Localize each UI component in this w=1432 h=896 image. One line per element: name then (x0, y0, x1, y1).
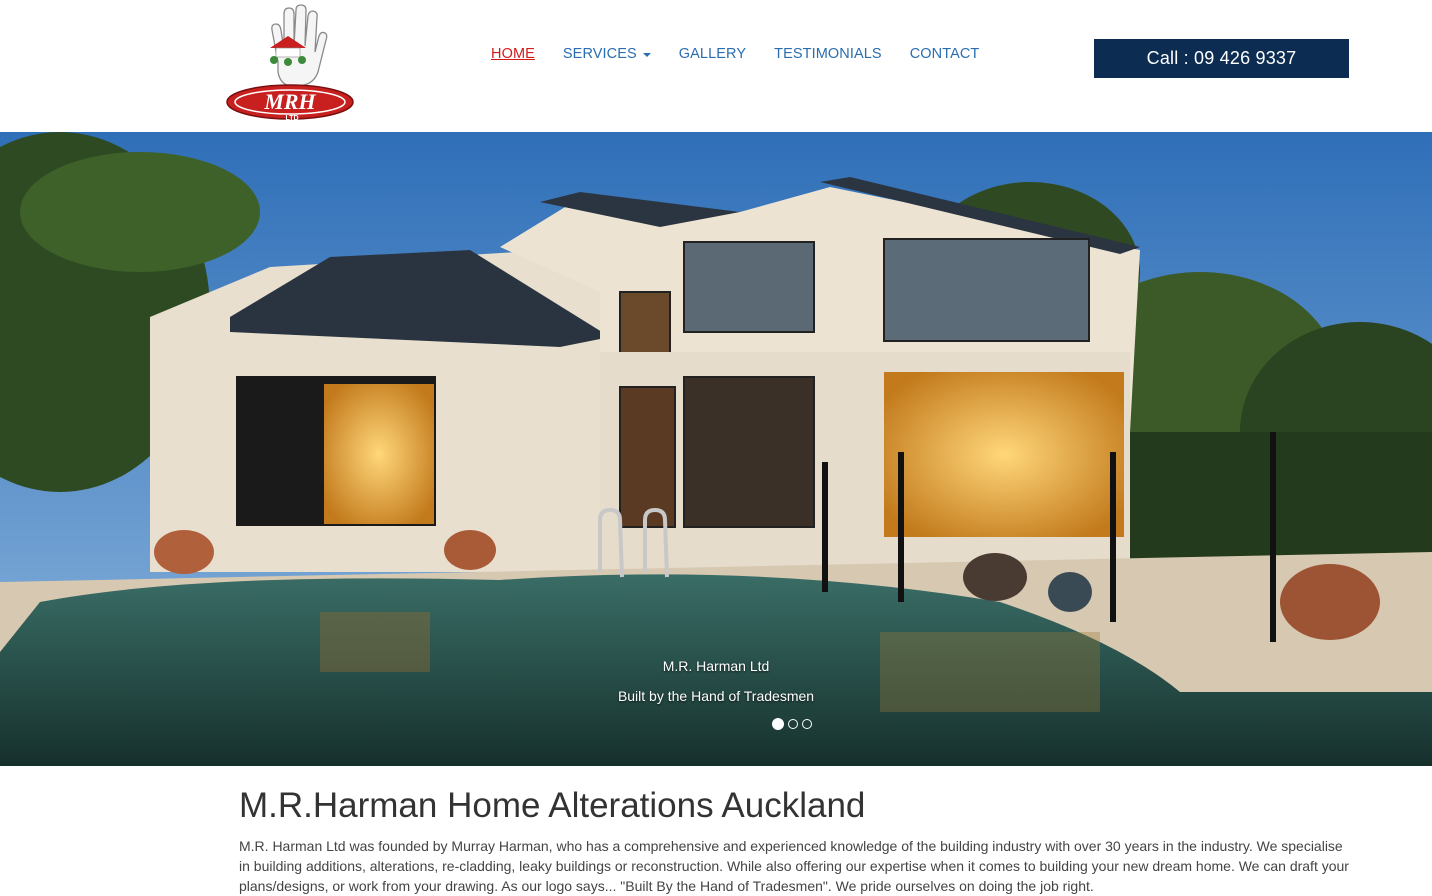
svg-text:LTD: LTD (285, 115, 298, 122)
carousel-indicator-1[interactable] (772, 718, 784, 730)
hero-carousel[interactable]: M.R. Harman Ltd Built by the Hand of Tra… (0, 132, 1432, 766)
nav-testimonials-label: TESTIMONIALS (774, 46, 882, 62)
nav-gallery-link[interactable]: GALLERY (679, 46, 746, 62)
nav-services-link[interactable]: SERVICES (563, 46, 651, 62)
page-title: M.R.Harman Home Alterations Auckland (239, 786, 866, 825)
main-nav: HOME SERVICES GALLERY TESTIMONIALS CONTA… (491, 46, 1007, 62)
carousel-caption-title: M.R. Harman Ltd (662, 658, 770, 674)
intro-paragraph: M.R. Harman Ltd was founded by Murray Ha… (239, 838, 1349, 894)
svg-text:MRH: MRH (263, 89, 316, 114)
nav-home-link[interactable]: HOME (491, 46, 535, 62)
carousel-indicators (772, 718, 816, 730)
carousel-indicator-3[interactable] (802, 719, 812, 729)
caret-down-icon (642, 53, 651, 57)
nav-services-label: SERVICES (562, 46, 637, 62)
intro-section: M.R.Harman Home Alterations Auckland M.R… (239, 786, 1349, 896)
nav-contact-link[interactable]: CONTACT (910, 46, 980, 62)
site-header: MRH LTD HOME SERVICES GALLERY TESTIMONIA… (0, 0, 1432, 132)
nav-contact-label: CONTACT (909, 46, 980, 62)
nav-gallery-label: GALLERY (678, 46, 747, 62)
call-button[interactable]: Call : 09 426 9337 (1094, 39, 1349, 78)
logo-image: MRH LTD (226, 4, 354, 122)
carousel-caption-subtitle: Built by the Hand of Tradesmen (617, 688, 815, 704)
nav-testimonials-link[interactable]: TESTIMONIALS (774, 46, 882, 62)
nav-home-label: HOME (491, 46, 535, 62)
company-logo[interactable]: MRH LTD (224, 0, 360, 124)
carousel-indicator-2[interactable] (788, 719, 798, 729)
